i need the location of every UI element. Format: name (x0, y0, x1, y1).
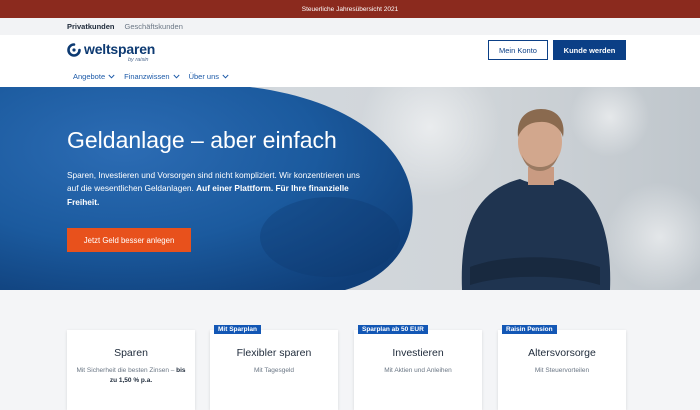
nav-item-ueber-uns[interactable]: Über uns (189, 72, 229, 81)
card-badge: Raisin Pension (502, 325, 557, 334)
banner-text[interactable]: Steuerliche Jahresübersicht 2021 (302, 6, 398, 13)
invest-cta-button[interactable]: Jetzt Geld besser anlegen (67, 228, 191, 252)
chevron-down-icon (108, 74, 115, 79)
my-account-button[interactable]: Mein Konto (488, 40, 548, 60)
nav-item-label: Über uns (188, 72, 219, 81)
product-card-flexibel[interactable]: Mit Sparplan Flexibler sparen Mit Tagesg… (210, 325, 338, 410)
nav-item-label: Angebote (73, 72, 106, 81)
card-badge: Sparplan ab 50 EUR (358, 325, 428, 334)
card-title: Altersvorsorge (528, 347, 596, 359)
hero-title: Geldanlage – aber einfach (67, 127, 337, 153)
segment-private-link[interactable]: Privatkunden (67, 22, 115, 31)
chevron-down-icon (173, 74, 180, 79)
site-header: weltsparen by raisin Mein Konto Kunde we… (0, 35, 700, 67)
logo-subtitle: by raisin (128, 57, 149, 63)
card-title: Sparen (114, 347, 148, 359)
card-badge: Mit Sparplan (214, 325, 262, 334)
main-navigation: Angebote Finanzwissen Über uns (0, 66, 700, 88)
become-customer-button[interactable]: Kunde werden (553, 40, 626, 60)
card-title: Flexibler sparen (236, 347, 312, 359)
customer-segment-bar: Privatkunden Geschäftskunden (0, 18, 700, 36)
nav-item-angebote[interactable]: Angebote (73, 72, 115, 81)
logo-mark-icon (67, 43, 81, 57)
card-subtitle: Mit Sicherheit die besten Zinsen – bis z… (75, 366, 187, 386)
logo-wordmark: weltsparen (84, 41, 156, 57)
announcement-banner[interactable]: Steuerliche Jahresübersicht 2021 (0, 0, 700, 18)
hero-description: Sparen, Investieren und Vorsorgen sind n… (67, 169, 367, 209)
card-subtitle: Mit Steuervorteilen (534, 367, 590, 374)
nav-item-label: Finanzwissen (124, 72, 170, 81)
card-subtitle-text: Mit Sicherheit die besten Zinsen – (76, 367, 177, 374)
card-title: Investieren (392, 347, 444, 359)
weltsparen-logo[interactable]: weltsparen by raisin (67, 41, 156, 63)
product-card-altersvorsorge[interactable]: Raisin Pension Altersvorsorge Mit Steuer… (498, 325, 626, 410)
product-card-sparen[interactable]: Sparen Mit Sicherheit die besten Zinsen … (67, 330, 195, 410)
card-subtitle: Mit Aktien und Anleihen (384, 367, 452, 374)
segment-business-link[interactable]: Geschäftskunden (125, 22, 183, 31)
product-card-investieren[interactable]: Sparplan ab 50 EUR Investieren Mit Aktie… (354, 325, 482, 410)
product-cards: Sparen Mit Sicherheit die besten Zinsen … (0, 290, 700, 410)
hero-section: Geldanlage – aber einfach Sparen, Invest… (0, 87, 700, 290)
chevron-down-icon (222, 74, 229, 79)
nav-item-finanzwissen[interactable]: Finanzwissen (124, 72, 180, 81)
card-subtitle: Mit Tagesgeld (254, 367, 294, 374)
